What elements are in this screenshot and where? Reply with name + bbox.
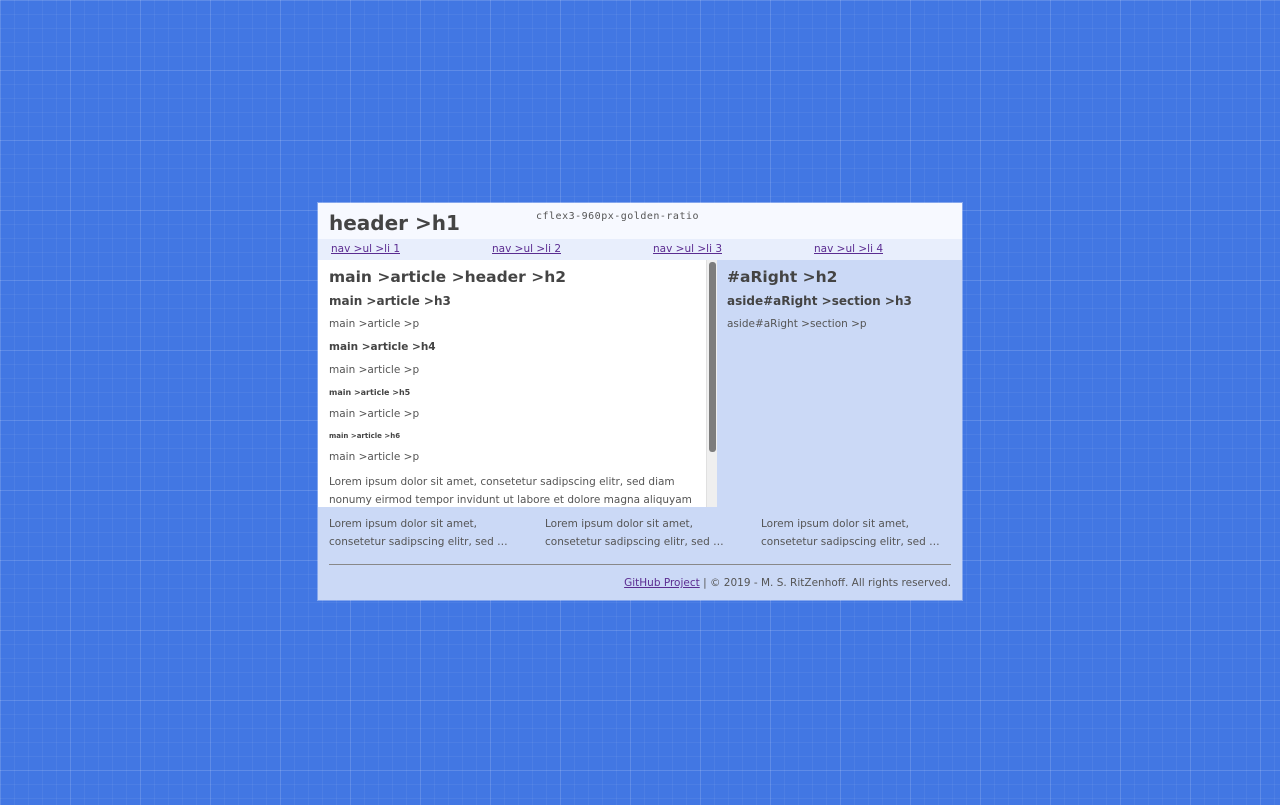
nav-item-1: nav >ul >li 1 [331, 243, 400, 255]
site-header: header >h1 cflex3-960px-golden-ratio [318, 203, 962, 239]
article-h6: main >article >h6 [329, 432, 401, 440]
nav-item-4: nav >ul >li 4 [814, 243, 883, 255]
article-content: main >article >header >h2 main >article … [329, 268, 704, 507]
nav-link-2[interactable]: nav >ul >li 2 [492, 243, 561, 255]
article-h5: main >article >h5 [329, 388, 411, 397]
footer-divider [329, 564, 951, 565]
footer-column-2: Lorem ipsum dolor sit amet, consetetur s… [545, 515, 731, 551]
site-footer: Lorem ipsum dolor sit amet, consetetur s… [318, 507, 962, 600]
article-lorem-paragraph: Lorem ipsum dolor sit amet, consetetur s… [329, 476, 692, 506]
footer-column-text: consetetur sadipscing elitr, sed … [761, 536, 940, 548]
article-paragraph: main >article >p [329, 364, 420, 376]
footer-column-1: Lorem ipsum dolor sit amet, consetetur s… [329, 515, 515, 551]
article-paragraph: main >article >p [329, 318, 420, 330]
footer-column-text: consetetur sadipscing elitr, sed … [329, 536, 508, 548]
main-nav: nav >ul >li 1 nav >ul >li 2 nav >ul >li … [318, 239, 962, 260]
page-title: header >h1 [329, 211, 460, 235]
article-h4: main >article >h4 [329, 341, 436, 353]
nav-link-1[interactable]: nav >ul >li 1 [331, 243, 400, 255]
nav-link-4[interactable]: nav >ul >li 4 [814, 243, 883, 255]
footer-column-text: Lorem ipsum dolor sit amet, [545, 518, 693, 530]
footer-column-3: Lorem ipsum dolor sit amet, consetetur s… [761, 515, 947, 551]
nav-link-3[interactable]: nav >ul >li 3 [653, 243, 722, 255]
page-container: header >h1 cflex3-960px-golden-ratio nav… [317, 202, 963, 601]
article-paragraph: main >article >p [329, 451, 420, 463]
github-project-link[interactable]: GitHub Project [624, 577, 700, 589]
article-header-h2: main >article >header >h2 [329, 268, 567, 286]
aside-content: #aRight >h2 aside#aRight >section >h3 as… [727, 268, 952, 332]
article-h3: main >article >h3 [329, 294, 451, 308]
copyright-line: GitHub Project | © 2019 - M. S. RitZenho… [624, 577, 951, 589]
nav-item-2: nav >ul >li 2 [492, 243, 561, 255]
theme-name: cflex3-960px-golden-ratio [536, 211, 700, 222]
copyright-text: | © 2019 - M. S. RitZenhoff. All rights … [699, 577, 951, 589]
article-scrollbar[interactable] [706, 260, 717, 507]
footer-column-text: consetetur sadipscing elitr, sed … [545, 536, 724, 548]
scrollbar-thumb[interactable] [709, 262, 716, 452]
aside-section-h3: aside#aRight >section >h3 [727, 294, 912, 308]
nav-item-3: nav >ul >li 3 [653, 243, 722, 255]
article-paragraph: main >article >p [329, 408, 420, 420]
aside-h2: #aRight >h2 [727, 268, 838, 286]
main-article: main >article >header >h2 main >article … [318, 260, 717, 507]
aside-section-paragraph: aside#aRight >section >p [727, 318, 867, 330]
footer-column-text: Lorem ipsum dolor sit amet, [761, 518, 909, 530]
footer-column-text: Lorem ipsum dolor sit amet, [329, 518, 477, 530]
aside-right: #aRight >h2 aside#aRight >section >h3 as… [717, 260, 962, 507]
